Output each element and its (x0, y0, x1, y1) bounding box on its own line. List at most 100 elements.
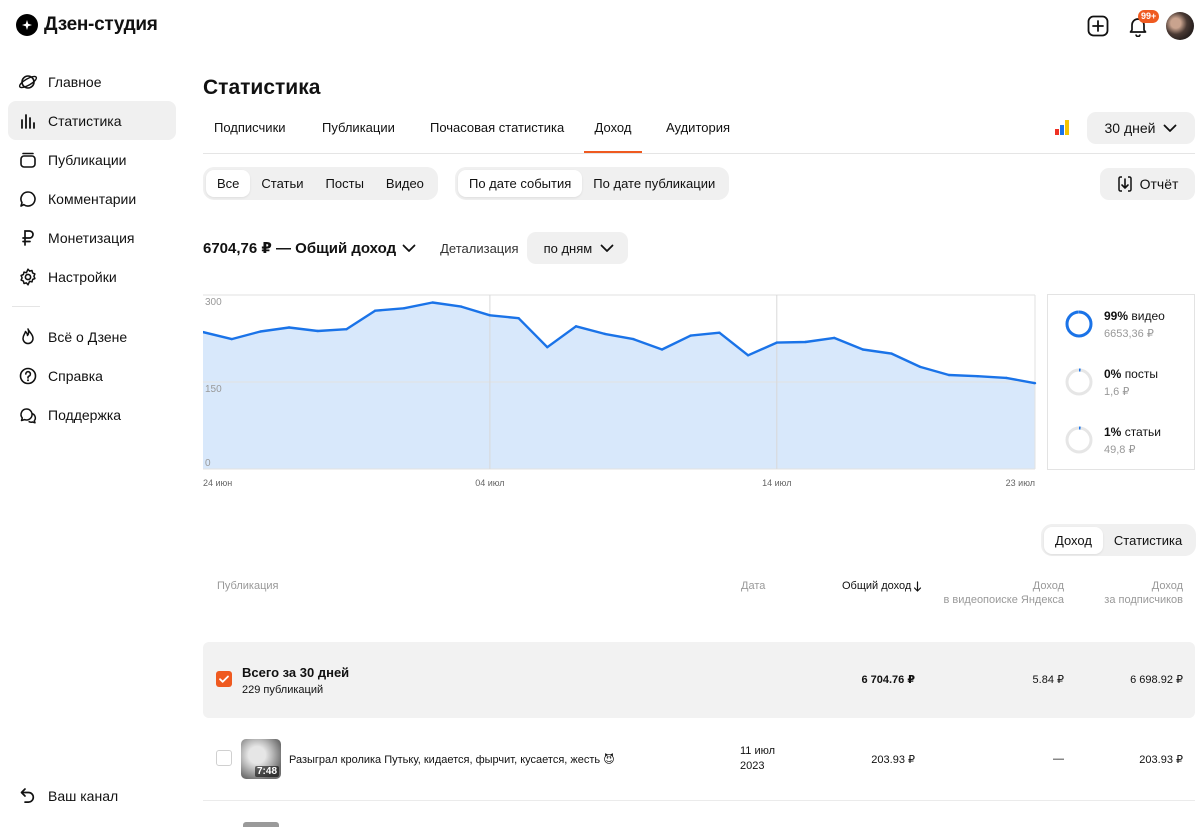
app-title: Дзен-студия (44, 14, 158, 35)
download-file-icon (1117, 176, 1132, 192)
tab-income[interactable]: Доход (584, 120, 642, 153)
ring-fill (1065, 310, 1093, 338)
summary-title: Всего за 30 дней (242, 665, 350, 680)
filter-articles[interactable]: Статьи (250, 170, 314, 197)
chart-point (775, 341, 778, 344)
summary-subtitle: 229 публикаций (242, 684, 324, 696)
chart-point (689, 334, 692, 337)
content-type-filter: Все Статьи Посты Видео (203, 167, 438, 200)
sidebar-item-statistics[interactable]: Статистика (8, 101, 176, 140)
tab-audience[interactable]: Аудитория (666, 120, 730, 153)
row-checkbox[interactable] (216, 750, 232, 766)
filter-posts[interactable]: Посты (315, 170, 375, 197)
detail-value: по дням (543, 240, 593, 256)
column-date[interactable]: Дата (741, 579, 765, 593)
chart-point (517, 317, 520, 320)
filter-by-publish-date[interactable]: По дате публикации (582, 170, 726, 197)
chart-point (230, 337, 233, 341)
select-all-checkbox[interactable] (216, 671, 232, 687)
summary-row: Всего за 30 дней 229 публикаций 6 704.76… (203, 642, 1195, 718)
publication-date: 11 июл (740, 745, 776, 757)
tab-hourly[interactable]: Почасовая статистика (430, 120, 564, 153)
chart-point (804, 340, 807, 344)
tab-subscribers[interactable]: Подписчики (214, 120, 286, 153)
sidebar-item-main[interactable]: Главное (8, 62, 176, 101)
sidebar-item-about-zen[interactable]: Всё о Дзене (8, 317, 176, 356)
sidebar-item-label: Монетизация (48, 229, 135, 246)
progress-ring-icon (1065, 310, 1093, 338)
sidebar-item-comments[interactable]: Комментарии (8, 179, 176, 218)
column-label: Доход (1151, 580, 1183, 592)
gear-icon (20, 267, 36, 286)
sidebar-item-settings[interactable]: Настройки (8, 257, 176, 296)
filter-all[interactable]: Все (206, 170, 251, 197)
sidebar-item-label: Статистика (48, 112, 122, 129)
row-subs: 203.93 ₽ (1139, 754, 1183, 766)
comment-icon (20, 190, 36, 207)
sidebar-item-publications[interactable]: Публикации (8, 140, 176, 179)
breakdown-label: видео (1131, 309, 1165, 323)
table-mode-statistics[interactable]: Статистика (1103, 527, 1193, 554)
summary-search: 5.84 ₽ (1032, 674, 1064, 686)
breakdown-value: 1,6 ₽ (1104, 386, 1130, 398)
breakdown-video: 99% видео 6653,36 ₽ (1064, 309, 1165, 340)
page-title: Статистика (203, 76, 321, 99)
sidebar-item-monetization[interactable]: Монетизация (8, 218, 176, 257)
next-row-thumbnail (243, 822, 279, 827)
sidebar-item-support[interactable]: Поддержка (8, 395, 176, 434)
summary-total: 6 704.76 ₽ (861, 674, 915, 686)
row-search: — (1053, 753, 1064, 765)
notifications-button[interactable]: 99+ (1126, 10, 1160, 38)
tab-publications[interactable]: Публикации (322, 120, 395, 153)
chart-point (976, 375, 979, 378)
publication-title[interactable]: Разыграл кролика Путьку, кидается, фырчи… (289, 753, 615, 766)
your-channel-link[interactable]: Ваш канал (8, 776, 176, 815)
create-button[interactable] (1086, 14, 1110, 38)
publication-year: 2023 (740, 760, 765, 772)
help-icon (19, 367, 37, 384)
chart-x-tick-label: 04 июл (475, 478, 504, 488)
chart-y-tick-label: 150 (205, 384, 222, 395)
column-search-income[interactable]: Доход в видеопоиске Яндекса (931, 579, 1064, 607)
chart-x-tick-label: 23 июл (1006, 478, 1035, 488)
sidebar-item-help[interactable]: Справка (8, 356, 176, 395)
column-publication[interactable]: Публикация (217, 579, 278, 593)
column-total-income[interactable]: Общий доход (842, 579, 922, 593)
sidebar-item-label: Справка (48, 367, 103, 384)
detail-dropdown[interactable]: по дням (526, 232, 629, 264)
chevron-down-icon (600, 244, 614, 252)
summary-subs: 6 698.92 ₽ (1130, 674, 1183, 686)
sidebar-item-label: Главное (48, 73, 102, 90)
column-label: за подписчиков (1104, 594, 1183, 606)
table-mode-income[interactable]: Доход (1044, 526, 1103, 554)
metrica-icon[interactable] (1055, 120, 1069, 135)
total-income-dropdown[interactable]: 6704,76 ₽ — Общий доход (203, 239, 416, 257)
filter-video[interactable]: Видео (375, 170, 435, 197)
chart-point (660, 348, 664, 351)
filter-by-event-date[interactable]: По дате события (458, 170, 583, 197)
breakdown-posts: 0% посты 1,6 ₽ (1064, 367, 1158, 398)
chart-point (402, 307, 406, 310)
progress-ring-icon (1065, 426, 1093, 454)
video-thumbnail[interactable]: 7:48 (241, 739, 281, 779)
video-duration: 7:48 (254, 766, 279, 777)
period-dropdown[interactable]: 30 дней (1087, 112, 1195, 144)
breakdown-label: посты (1124, 367, 1158, 381)
notifications-badge: 99+ (1138, 10, 1160, 23)
chart-point (718, 331, 721, 334)
chart-point (345, 328, 348, 331)
breakdown-value: 49,8 ₽ (1104, 444, 1136, 456)
user-avatar[interactable] (1166, 12, 1194, 40)
fire-icon (22, 327, 34, 344)
ring-track (1065, 368, 1093, 396)
chart-point (431, 301, 434, 304)
column-label: в видеопоиске Яндекса (943, 594, 1064, 606)
report-button[interactable]: Отчёт (1100, 168, 1195, 200)
column-subscribers-income[interactable]: Доход за подписчиков (1083, 579, 1183, 607)
chart-x-tick-label: 14 июл (762, 478, 791, 488)
ring-track (1065, 426, 1093, 454)
app-logo[interactable]: Дзен-студия (16, 14, 158, 36)
sort-down-icon (914, 580, 922, 592)
chart-area (203, 302, 1035, 469)
table-row[interactable]: 7:48 Разыграл кролика Путьку, кидается, … (203, 725, 1195, 801)
